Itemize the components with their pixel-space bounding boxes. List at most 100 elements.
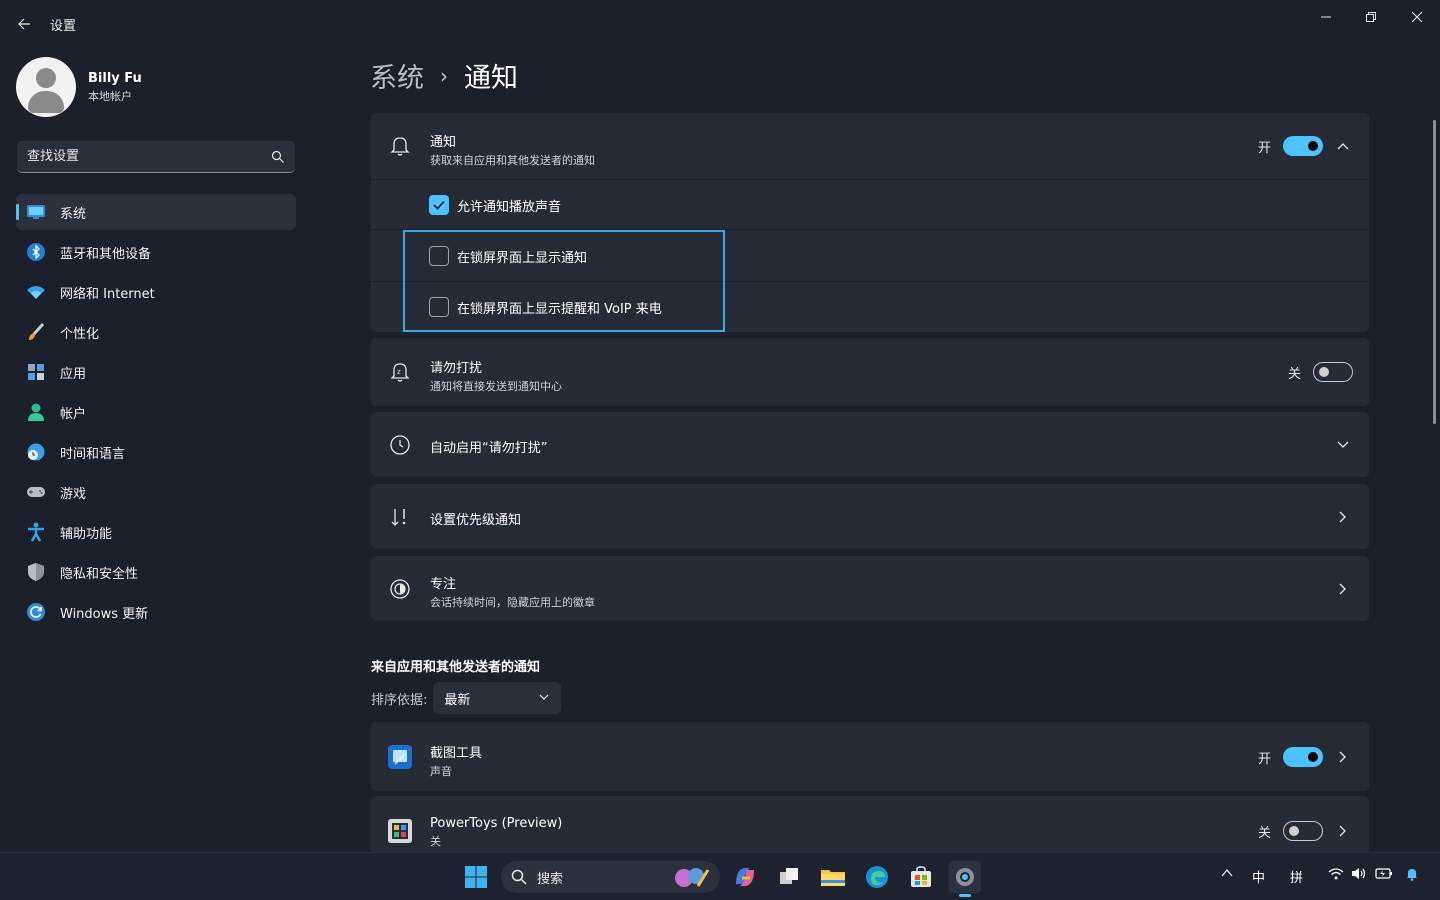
battery-icon[interactable] <box>1375 867 1393 884</box>
checkmark-icon <box>433 200 445 210</box>
volume-icon[interactable] <box>1351 867 1367 884</box>
sidebar-item-gaming[interactable]: 游戏 <box>16 474 296 510</box>
copilot-icon <box>736 868 754 886</box>
notifications-toggle[interactable] <box>1283 136 1323 156</box>
edge-app[interactable] <box>861 861 893 893</box>
taskbar-search[interactable]: 搜索 <box>501 861 720 893</box>
priority-card[interactable]: 设置优先级通知 <box>371 484 1369 549</box>
minimize-button[interactable] <box>1303 6 1349 28</box>
task-view-button[interactable] <box>773 861 805 893</box>
collapse-button[interactable] <box>1333 136 1353 156</box>
sidebar-item-label: 蓝牙和其他设备 <box>60 246 152 262</box>
avatar <box>16 57 76 117</box>
app-row-snipping-tool[interactable]: 截图工具 声音 开 <box>371 722 1369 791</box>
chevron-right-icon <box>1339 751 1346 763</box>
sidebar-item-apps[interactable]: 应用 <box>16 354 296 390</box>
notifications-state-label: 开 <box>1257 140 1271 156</box>
dnd-state-label: 关 <box>1287 366 1301 382</box>
wifi-icon <box>26 282 46 302</box>
file-explorer-app[interactable] <box>817 861 849 893</box>
ime-mode[interactable]: 拼 <box>1290 867 1303 886</box>
app-state-label: 关 <box>1257 825 1271 841</box>
highlight-box <box>403 230 725 332</box>
navigate-button[interactable] <box>1333 747 1353 767</box>
search-icon <box>511 869 527 885</box>
sidebar-item-label: 帐户 <box>60 406 87 422</box>
breadcrumb: 系统 › 通知 <box>370 56 518 95</box>
minimize-icon <box>1321 16 1331 18</box>
restore-button[interactable] <box>1348 6 1394 28</box>
sidebar-item-label: 个性化 <box>60 326 100 342</box>
store-app[interactable] <box>905 861 937 893</box>
breadcrumb-separator: › <box>440 63 448 88</box>
dnd-card[interactable]: z 请勿打扰 通知将直接发送到通知中心 关 <box>371 338 1369 406</box>
allow-sound-label: 允许通知播放声音 <box>457 199 562 215</box>
sort-dropdown[interactable]: 最新 <box>433 682 562 714</box>
sidebar-item-label: 网络和 Internet <box>60 286 155 302</box>
dnd-title: 请勿打扰 <box>430 361 483 376</box>
close-button[interactable] <box>1394 6 1440 28</box>
back-button[interactable] <box>12 12 36 36</box>
update-icon <box>26 602 46 622</box>
app-name: PowerToys (Preview) <box>430 816 563 831</box>
bluetooth-icon <box>26 242 46 262</box>
app-toggle[interactable] <box>1283 821 1323 841</box>
focus-card[interactable]: 专注 会话持续时间，隐藏应用上的徽章 <box>371 556 1369 621</box>
svg-text:z: z <box>397 368 401 376</box>
sidebar-item-privacy[interactable]: 隐私和安全性 <box>16 554 296 590</box>
tray-overflow-button[interactable] <box>1221 867 1233 883</box>
search-icon[interactable] <box>271 150 285 164</box>
powertoys-icon <box>387 818 413 844</box>
priority-icon <box>387 504 413 530</box>
copilot-app[interactable] <box>729 861 761 893</box>
breadcrumb-parent[interactable]: 系统 <box>370 56 424 95</box>
app-row-powertoys[interactable]: PowerToys (Preview) 关 关 <box>371 796 1369 852</box>
start-button[interactable] <box>460 861 492 893</box>
scrollbar[interactable] <box>1433 120 1436 424</box>
navigate-button[interactable] <box>1333 579 1353 599</box>
search-input[interactable] <box>27 149 271 164</box>
wifi-status-icon[interactable] <box>1328 867 1344 884</box>
window-title: 设置 <box>50 19 77 34</box>
auto-dnd-card[interactable]: 自动启用“请勿打扰” <box>371 412 1369 477</box>
app-toggle[interactable] <box>1283 747 1323 767</box>
brush-icon <box>26 322 46 342</box>
system-icon <box>26 202 46 222</box>
sidebar-item-label: 应用 <box>60 366 87 382</box>
sidebar-item-windows-update[interactable]: Windows 更新 <box>16 594 296 630</box>
app-name: 截图工具 <box>430 746 483 761</box>
focus-title: 专注 <box>430 577 457 592</box>
snipping-tool-icon <box>387 744 413 770</box>
sidebar-nav: 系统 蓝牙和其他设备 网络和 Internet 个性化 应用 帐户 时间和语言 … <box>16 194 296 634</box>
sidebar-item-accounts[interactable]: 帐户 <box>16 394 296 430</box>
sidebar-item-time-language[interactable]: 时间和语言 <box>16 434 296 470</box>
app-detail: 关 <box>430 835 441 848</box>
ime-language[interactable]: 中 <box>1252 867 1265 886</box>
user-profile[interactable]: Billy Fu 本地帐户 <box>16 56 142 118</box>
sidebar-item-personalization[interactable]: 个性化 <box>16 314 296 350</box>
dnd-subtitle: 通知将直接发送到通知中心 <box>430 380 562 393</box>
gamepad-icon <box>26 482 46 502</box>
sidebar-item-bluetooth[interactable]: 蓝牙和其他设备 <box>16 234 296 270</box>
allow-sound-checkbox[interactable] <box>429 195 449 215</box>
expand-button[interactable] <box>1333 435 1353 455</box>
chevron-down-icon <box>1337 441 1349 448</box>
sidebar-item-accessibility[interactable]: 辅助功能 <box>16 514 296 550</box>
priority-title: 设置优先级通知 <box>430 513 522 528</box>
navigate-button[interactable] <box>1333 507 1353 527</box>
focus-icon <box>387 576 413 602</box>
notification-bell-icon[interactable] <box>1405 867 1419 885</box>
sidebar-item-network[interactable]: 网络和 Internet <box>16 274 296 310</box>
navigate-button[interactable] <box>1333 821 1353 841</box>
dnd-toggle[interactable] <box>1313 362 1353 382</box>
settings-app[interactable] <box>949 861 981 897</box>
notifications-header-row[interactable]: 通知 获取来自应用和其他发送者的通知 开 <box>371 113 1369 179</box>
notifications-title: 通知 <box>430 135 457 150</box>
allow-sound-option[interactable]: 允许通知播放声音 <box>429 195 561 215</box>
user-name: Billy Fu <box>88 70 142 86</box>
settings-search-box[interactable] <box>17 141 295 173</box>
auto-dnd-title: 自动启用“请勿打扰” <box>430 441 548 456</box>
chevron-right-icon <box>1339 511 1346 523</box>
windows-logo-icon <box>465 866 487 888</box>
sidebar-item-system[interactable]: 系统 <box>16 194 296 230</box>
